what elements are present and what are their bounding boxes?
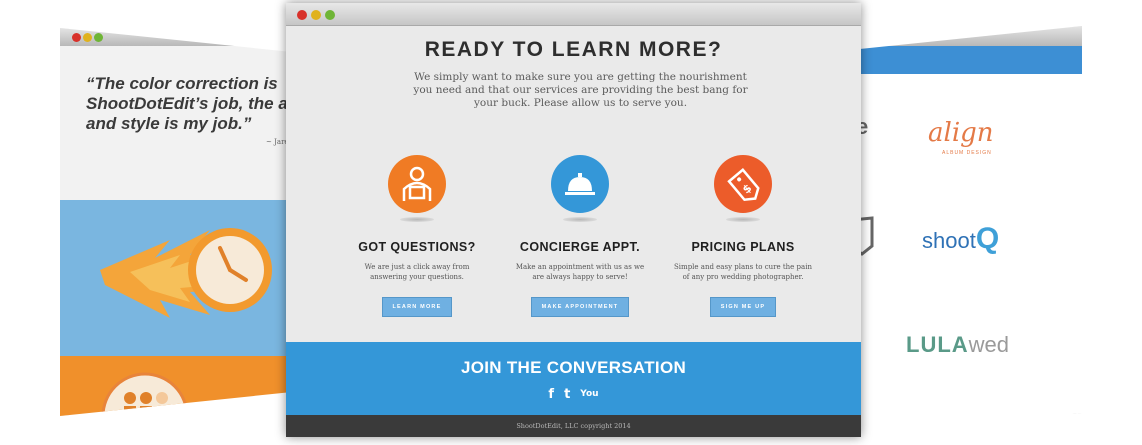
icon-shadow [726, 217, 760, 222]
feature-title: PRICING PLANS [691, 240, 795, 254]
feature-description: Make an appointment with us as we are al… [515, 263, 645, 281]
social-links: f t You [286, 387, 861, 402]
align-album-logo[interactable]: align [928, 118, 994, 148]
help-person-icon [388, 155, 446, 213]
align-album-logo-subtitle: ALBUM DESIGN [942, 150, 992, 156]
learn-more-button[interactable]: LEARN MORE [381, 297, 453, 317]
page-headline: READY TO LEARN MORE? [424, 38, 723, 61]
icon-shadow [400, 217, 434, 222]
maximize-window-icon[interactable] [94, 33, 103, 42]
lulawed-logo[interactable]: LULAwed [906, 332, 1009, 358]
maximize-window-icon[interactable] [325, 10, 335, 20]
make-appointment-button[interactable]: MAKE APPOINTMENT [530, 297, 630, 317]
join-title: JOIN THE CONVERSATION [460, 358, 687, 377]
join-conversation-section: JOIN THE CONVERSATION f t You [286, 342, 861, 415]
sign-me-up-button[interactable]: SIGN ME UP [709, 297, 777, 317]
feature-concierge: CONCIERGE APPT. Make an appointment with… [495, 155, 665, 317]
feature-title: GOT QUESTIONS? [358, 240, 476, 254]
twitter-icon[interactable]: t [564, 387, 570, 402]
feature-description: We are just a click away from answering … [364, 263, 470, 281]
price-tag-icon: $ [714, 155, 772, 213]
minimize-window-icon[interactable] [83, 33, 92, 42]
icon-shadow [563, 217, 597, 222]
feature-pricing: $ PRICING PLANS Simple and easy plans to… [658, 155, 828, 317]
shootq-logo[interactable]: shootQ [922, 222, 999, 256]
facebook-icon[interactable]: f [548, 387, 554, 402]
minimize-window-icon[interactable] [311, 10, 321, 20]
copyright-footer: ShootDotEdit, LLC copyright 2014 [286, 415, 861, 437]
feature-questions: GOT QUESTIONS? We are just a click away … [332, 155, 502, 317]
main-browser-window: READY TO LEARN MORE? We simply want to m… [286, 3, 861, 437]
lulawed-logo-lula: LULA [906, 332, 969, 357]
intro-paragraph: We simply want to make sure you are gett… [413, 71, 748, 109]
feature-title: CONCIERGE APPT. [519, 240, 641, 254]
lulawed-logo-wed: wed [968, 332, 1010, 357]
window-titlebar [286, 3, 861, 26]
youtube-icon[interactable]: You [580, 387, 598, 402]
shootq-logo-q: Q [975, 222, 1000, 255]
shootq-logo-text: shoot [922, 228, 976, 253]
svg-text:$: $ [740, 182, 754, 197]
close-window-icon[interactable] [297, 10, 307, 20]
service-bell-icon [551, 155, 609, 213]
feature-description: Simple and easy plans to cure the pain o… [674, 263, 812, 281]
close-window-icon[interactable] [72, 33, 81, 42]
